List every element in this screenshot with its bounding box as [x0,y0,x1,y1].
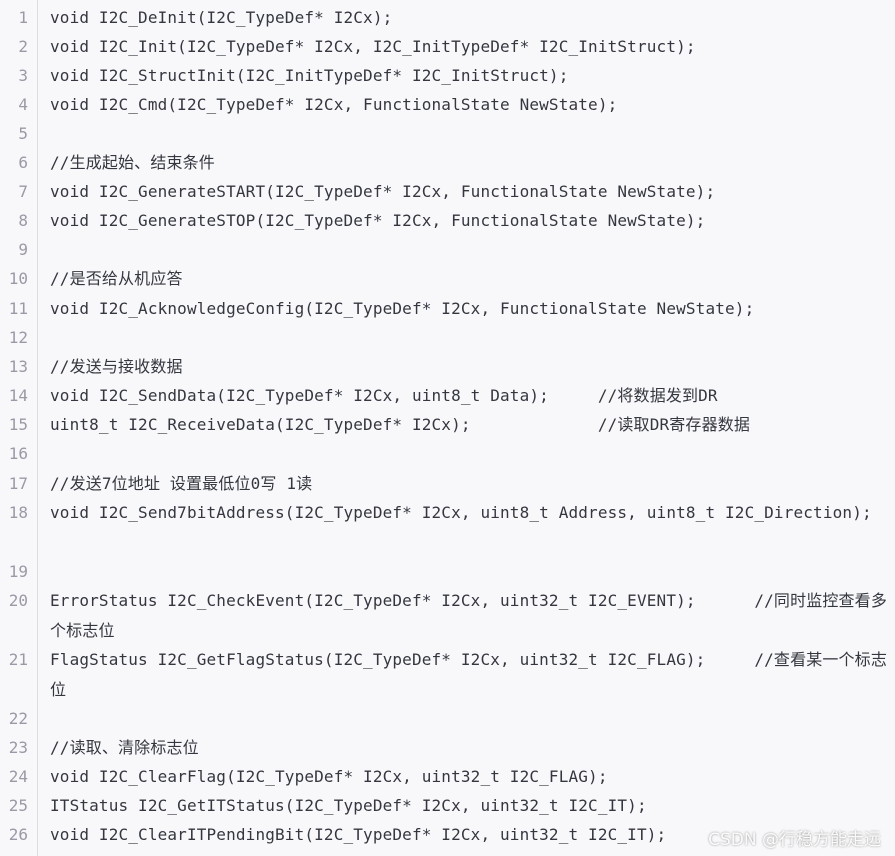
code-text: void I2C_StructInit(I2C_InitTypeDef* I2C… [50,66,569,85]
code-comment: //生成起始、结束条件 [50,153,215,172]
code-text: void I2C_SendData(I2C_TypeDef* I2Cx, uin… [50,386,718,405]
code-comment: //读取、清除标志位 [50,738,199,757]
code-comment: //发送7位地址 设置最低位0写 1读 [50,474,313,493]
line-number: 11 [8,299,28,318]
line-number: 1 [18,8,28,27]
code-text: void I2C_Cmd(I2C_TypeDef* I2Cx, Function… [50,95,618,114]
code-text: ErrorStatus I2C_CheckEvent(I2C_TypeDef* … [50,591,887,640]
code-text: void I2C_Init(I2C_TypeDef* I2Cx, I2C_Ini… [50,37,696,56]
code-text: void I2C_AcknowledgeConfig(I2C_TypeDef* … [50,299,755,318]
line-number: 6 [18,153,28,172]
code-comment: //发送与接收数据 [50,357,183,376]
code-text: void I2C_Send7bitAddress(I2C_TypeDef* I2… [50,503,872,522]
code-text: uint8_t I2C_ReceiveData(I2C_TypeDef* I2C… [50,415,751,434]
line-number: 17 [8,474,28,493]
code-text: ITStatus I2C_GetITStatus(I2C_TypeDef* I2… [50,796,647,815]
line-number: 16 [8,444,28,463]
line-number: 3 [18,66,28,85]
line-number: 24 [8,767,28,786]
line-number: 13 [8,357,28,376]
line-number: 19 [8,562,28,581]
csdn-watermark: CSDN @行稳方能走远 [708,830,881,850]
line-number: 5 [18,124,28,143]
line-number: 8 [18,211,28,230]
line-number: 20 [8,591,28,610]
line-number: 10 [8,269,28,288]
code-text: FlagStatus I2C_GetFlagStatus(I2C_TypeDef… [50,650,887,699]
code-text: void I2C_DeInit(I2C_TypeDef* I2Cx); [50,8,393,27]
line-number: 18 [8,503,28,522]
line-number: 14 [8,386,28,405]
line-number: 9 [18,240,28,259]
code-text: void I2C_GenerateSTART(I2C_TypeDef* I2Cx… [50,182,716,201]
line-number: 25 [8,796,28,815]
line-number: 2 [18,37,28,56]
line-number: 4 [18,95,28,114]
line-number: 21 [8,650,28,669]
line-number: 26 [8,825,28,844]
line-number: 7 [18,182,28,201]
code-text: void I2C_ClearFlag(I2C_TypeDef* I2Cx, ui… [50,767,608,786]
code-block: 1 void I2C_DeInit(I2C_TypeDef* I2Cx); 2 … [0,0,895,856]
code-text: void I2C_GenerateSTOP(I2C_TypeDef* I2Cx,… [50,211,706,230]
line-number: 23 [8,738,28,757]
line-number: 15 [8,415,28,434]
line-number: 22 [8,709,28,728]
line-number: 12 [8,328,28,347]
code-comment: //是否给从机应答 [50,269,183,288]
